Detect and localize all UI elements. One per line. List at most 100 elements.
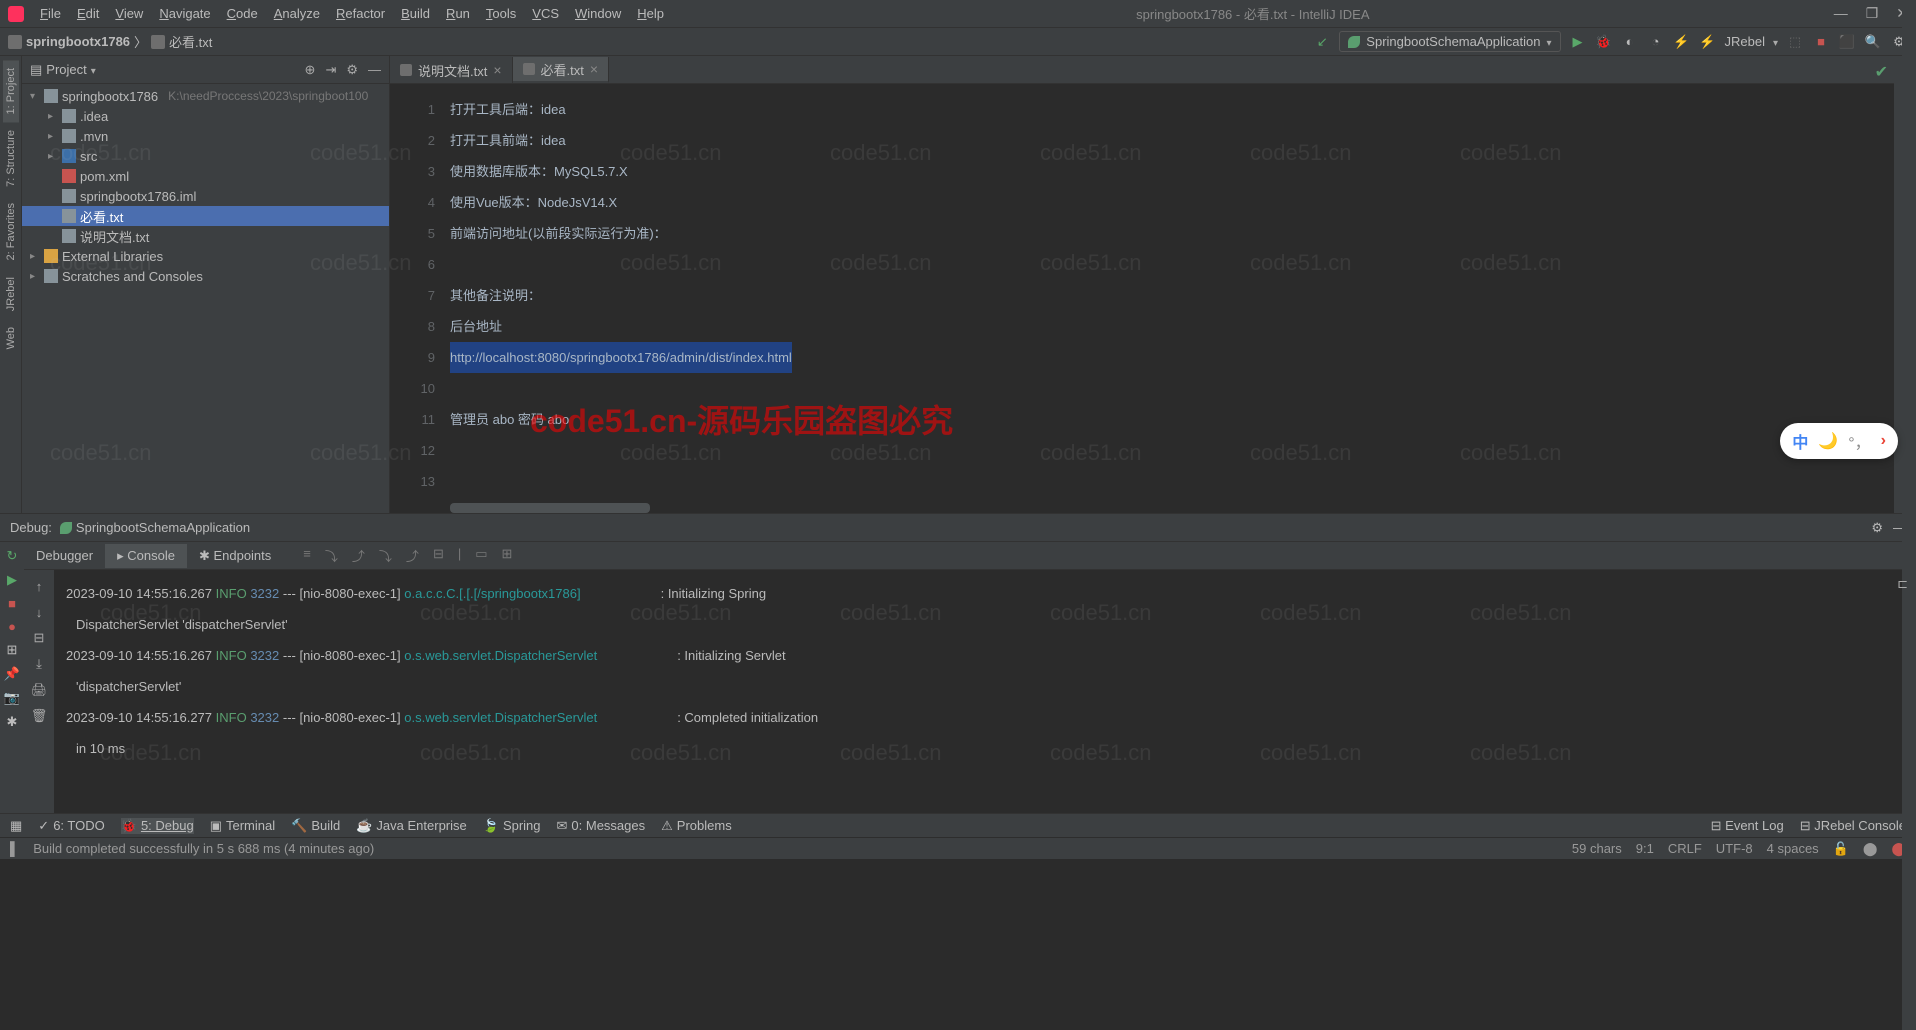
scroll-end-icon[interactable]: ⤓ bbox=[29, 654, 49, 674]
stop-debug-icon[interactable]: ■ bbox=[8, 596, 16, 611]
status-eol[interactable]: CRLF bbox=[1668, 841, 1702, 856]
bottom-tab-problems[interactable]: ⚠ Problems bbox=[661, 818, 732, 834]
menu-refactor[interactable]: Refactor bbox=[328, 2, 393, 25]
inspection-ok-icon[interactable]: ✔ bbox=[1875, 62, 1888, 82]
maximize-icon[interactable]: ❐ bbox=[1866, 5, 1879, 22]
close-tab-icon[interactable]: × bbox=[590, 61, 598, 77]
tree-item[interactable]: ▸.mvn bbox=[22, 126, 389, 146]
status-icon[interactable]: ▌ bbox=[10, 841, 19, 856]
menu-code[interactable]: Code bbox=[219, 2, 266, 25]
console-expand-icon[interactable]: ⊏ bbox=[1897, 576, 1908, 592]
step-icon[interactable]: ⤴ bbox=[406, 546, 419, 565]
menu-vcs[interactable]: VCS bbox=[524, 2, 567, 25]
left-rail-project[interactable]: 1: Project bbox=[3, 60, 19, 122]
menu-run[interactable]: Run bbox=[438, 2, 478, 25]
bottom-tab-debug[interactable]: 🐞 5: Debug bbox=[121, 818, 194, 834]
ime-widget[interactable]: 中 🌙 °， › bbox=[1780, 423, 1898, 459]
left-rail-structure[interactable]: 7: Structure bbox=[3, 122, 19, 195]
debug-tab-endpoints[interactable]: ✱ Endpoints bbox=[187, 544, 283, 568]
debug-settings-icon[interactable]: ⚙ bbox=[1871, 520, 1883, 536]
ime-moon-icon[interactable]: 🌙 bbox=[1818, 431, 1838, 451]
left-rail-favorites[interactable]: 2: Favorites bbox=[3, 195, 19, 268]
step-icon[interactable]: ≡ bbox=[303, 546, 311, 565]
step-icon[interactable]: ⤵ bbox=[325, 546, 338, 565]
up-icon[interactable]: ↑ bbox=[29, 576, 49, 596]
menu-edit[interactable]: Edit bbox=[69, 2, 107, 25]
tree-item[interactable]: ▸src bbox=[22, 146, 389, 166]
run-icon[interactable]: ▶ bbox=[1569, 33, 1587, 51]
more-icon[interactable]: ✱ bbox=[7, 714, 18, 730]
status-position[interactable]: 9:1 bbox=[1636, 841, 1654, 856]
tree-item[interactable]: 必看.txt bbox=[22, 206, 389, 226]
panel-settings-icon[interactable]: ⚙ bbox=[346, 62, 358, 78]
tree-item[interactable]: ▸Scratches and Consoles bbox=[22, 266, 389, 286]
step-icon[interactable]: ⊞ bbox=[502, 546, 513, 565]
jrebel-label[interactable]: JRebel bbox=[1725, 34, 1765, 49]
bottom-right-jrebelconsole[interactable]: ⊟ JRebel Console bbox=[1800, 818, 1906, 834]
step-icon[interactable]: ⊟ bbox=[433, 546, 444, 565]
clear-icon[interactable]: 🗑 bbox=[29, 706, 49, 726]
project-panel-title[interactable]: Project bbox=[46, 62, 86, 77]
menu-view[interactable]: View bbox=[107, 2, 151, 25]
breakpoints-icon[interactable]: ● bbox=[8, 619, 16, 634]
coverage-icon[interactable]: ◐ bbox=[1621, 33, 1639, 51]
left-rail-jrebel[interactable]: JRebel bbox=[3, 269, 19, 319]
menu-file[interactable]: File bbox=[32, 2, 69, 25]
locate-icon[interactable]: ⊕ bbox=[305, 62, 316, 78]
debug-icon[interactable]: 🐞 bbox=[1595, 33, 1613, 51]
profile-icon[interactable]: ◔ bbox=[1647, 33, 1665, 51]
vcs-icon[interactable]: ⬛ bbox=[1838, 33, 1856, 51]
horizontal-scrollbar[interactable] bbox=[450, 503, 650, 513]
bottom-tab-messages[interactable]: ✉ 0: Messages bbox=[557, 818, 646, 834]
layout-icon[interactable]: ⊞ bbox=[7, 642, 18, 658]
ime-arrow-icon[interactable]: › bbox=[1881, 432, 1886, 450]
close-tab-icon[interactable]: × bbox=[493, 62, 501, 78]
debug-tab-console[interactable]: ▸ Console bbox=[105, 544, 187, 568]
hide-icon[interactable]: — bbox=[368, 62, 381, 78]
tree-item[interactable]: ▾springbootx1786K:\needProccess\2023\spr… bbox=[22, 86, 389, 106]
menu-window[interactable]: Window bbox=[567, 2, 629, 25]
wrap-icon[interactable]: ⊟ bbox=[29, 628, 49, 648]
menu-navigate[interactable]: Navigate bbox=[151, 2, 218, 25]
project-tree[interactable]: ▾springbootx1786K:\needProccess\2023\spr… bbox=[22, 84, 389, 513]
tree-item[interactable]: 说明文档.txt bbox=[22, 226, 389, 246]
status-encoding[interactable]: UTF-8 bbox=[1716, 841, 1753, 856]
tree-item[interactable]: pom.xml bbox=[22, 166, 389, 186]
step-icon[interactable]: ▭ bbox=[475, 546, 487, 565]
breadcrumb-file[interactable]: 必看.txt bbox=[169, 32, 212, 51]
editor[interactable]: 12345678910111213 打开工具后端：idea打开工具前端：idea… bbox=[390, 84, 1894, 513]
menu-tools[interactable]: Tools bbox=[478, 2, 524, 25]
tool-windows-icon[interactable]: ▦ bbox=[10, 818, 22, 834]
search-icon[interactable]: 🔍 bbox=[1864, 33, 1882, 51]
resume-icon[interactable]: ▶ bbox=[7, 572, 17, 588]
console-output[interactable]: 2023-09-10 14:55:16.267 INFO 3232 --- [n… bbox=[54, 570, 1916, 813]
readonly-icon[interactable]: 🔓 bbox=[1833, 841, 1849, 857]
jrebel-debug-icon[interactable]: ⚡ bbox=[1699, 33, 1717, 51]
editor-tab[interactable]: 必看.txt× bbox=[513, 57, 610, 83]
menu-analyze[interactable]: Analyze bbox=[266, 2, 328, 25]
camera-icon[interactable]: 📷 bbox=[4, 690, 20, 706]
ime-comma-icon[interactable]: °， bbox=[1848, 429, 1870, 453]
bottom-tab-spring[interactable]: 🍃 Spring bbox=[483, 818, 541, 834]
menu-help[interactable]: Help bbox=[629, 2, 672, 25]
down-icon[interactable]: ↓ bbox=[29, 602, 49, 622]
step-icon[interactable]: ⤵ bbox=[379, 546, 392, 565]
pin-icon[interactable]: 📌 bbox=[4, 666, 20, 682]
attach-icon[interactable]: ⬚ bbox=[1786, 33, 1804, 51]
step-icon[interactable]: | bbox=[458, 546, 461, 565]
bottom-tab-terminal[interactable]: ▣ Terminal bbox=[210, 818, 275, 834]
run-config-selector[interactable]: SpringbootSchemaApplication bbox=[1339, 31, 1560, 52]
project-view-dropdown-icon[interactable] bbox=[91, 62, 96, 77]
collapse-icon[interactable]: ⇥ bbox=[325, 62, 336, 78]
memory-icon[interactable]: ⬤ bbox=[1863, 841, 1878, 857]
breadcrumb-project[interactable]: springbootx1786 bbox=[26, 34, 130, 49]
print-icon[interactable]: 🖨 bbox=[29, 680, 49, 700]
editor-scrollbar[interactable] bbox=[1902, 0, 1916, 1030]
bottom-tab-todo[interactable]: ✓ 6: TODO bbox=[38, 818, 104, 834]
editor-tab[interactable]: 说明文档.txt× bbox=[390, 57, 513, 83]
status-indent[interactable]: 4 spaces bbox=[1767, 841, 1819, 856]
code-content[interactable]: 打开工具后端：idea打开工具前端：idea使用数据库版本：MySQL5.7.X… bbox=[450, 84, 1894, 513]
bottom-tab-build[interactable]: 🔨 Build bbox=[291, 818, 340, 834]
menu-build[interactable]: Build bbox=[393, 2, 438, 25]
debug-tab-debugger[interactable]: Debugger bbox=[24, 544, 105, 567]
